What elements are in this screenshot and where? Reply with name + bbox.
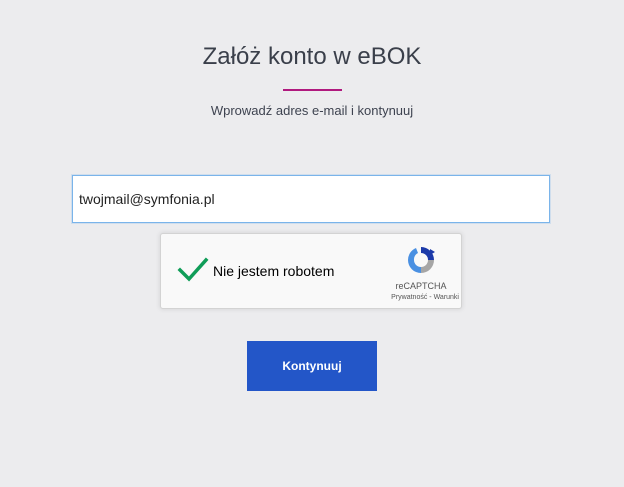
checkmark-icon[interactable] (177, 256, 209, 284)
privacy-link[interactable]: Prywatność (391, 294, 427, 301)
page-title: Załóż konto w eBOK (202, 43, 422, 70)
captcha-links: Prywatność - Warunki (361, 294, 459, 301)
signup-page: Załóż konto w eBOK Wprowadź adres e-mail… (0, 0, 624, 487)
recaptcha-widget: Nie jestem robotem reCAPTCHA Prywatność … (160, 233, 462, 309)
title-underline (283, 89, 342, 91)
page-subtitle: Wprowadź adres e-mail i kontynuuj (210, 103, 414, 118)
terms-link[interactable]: Warunki (434, 294, 459, 301)
captcha-brand: reCAPTCHA (395, 281, 447, 291)
continue-button[interactable]: Kontynuuj (247, 341, 377, 391)
captcha-label: Nie jestem robotem (213, 263, 335, 279)
recaptcha-logo-icon (408, 247, 435, 273)
email-field[interactable] (72, 175, 550, 223)
